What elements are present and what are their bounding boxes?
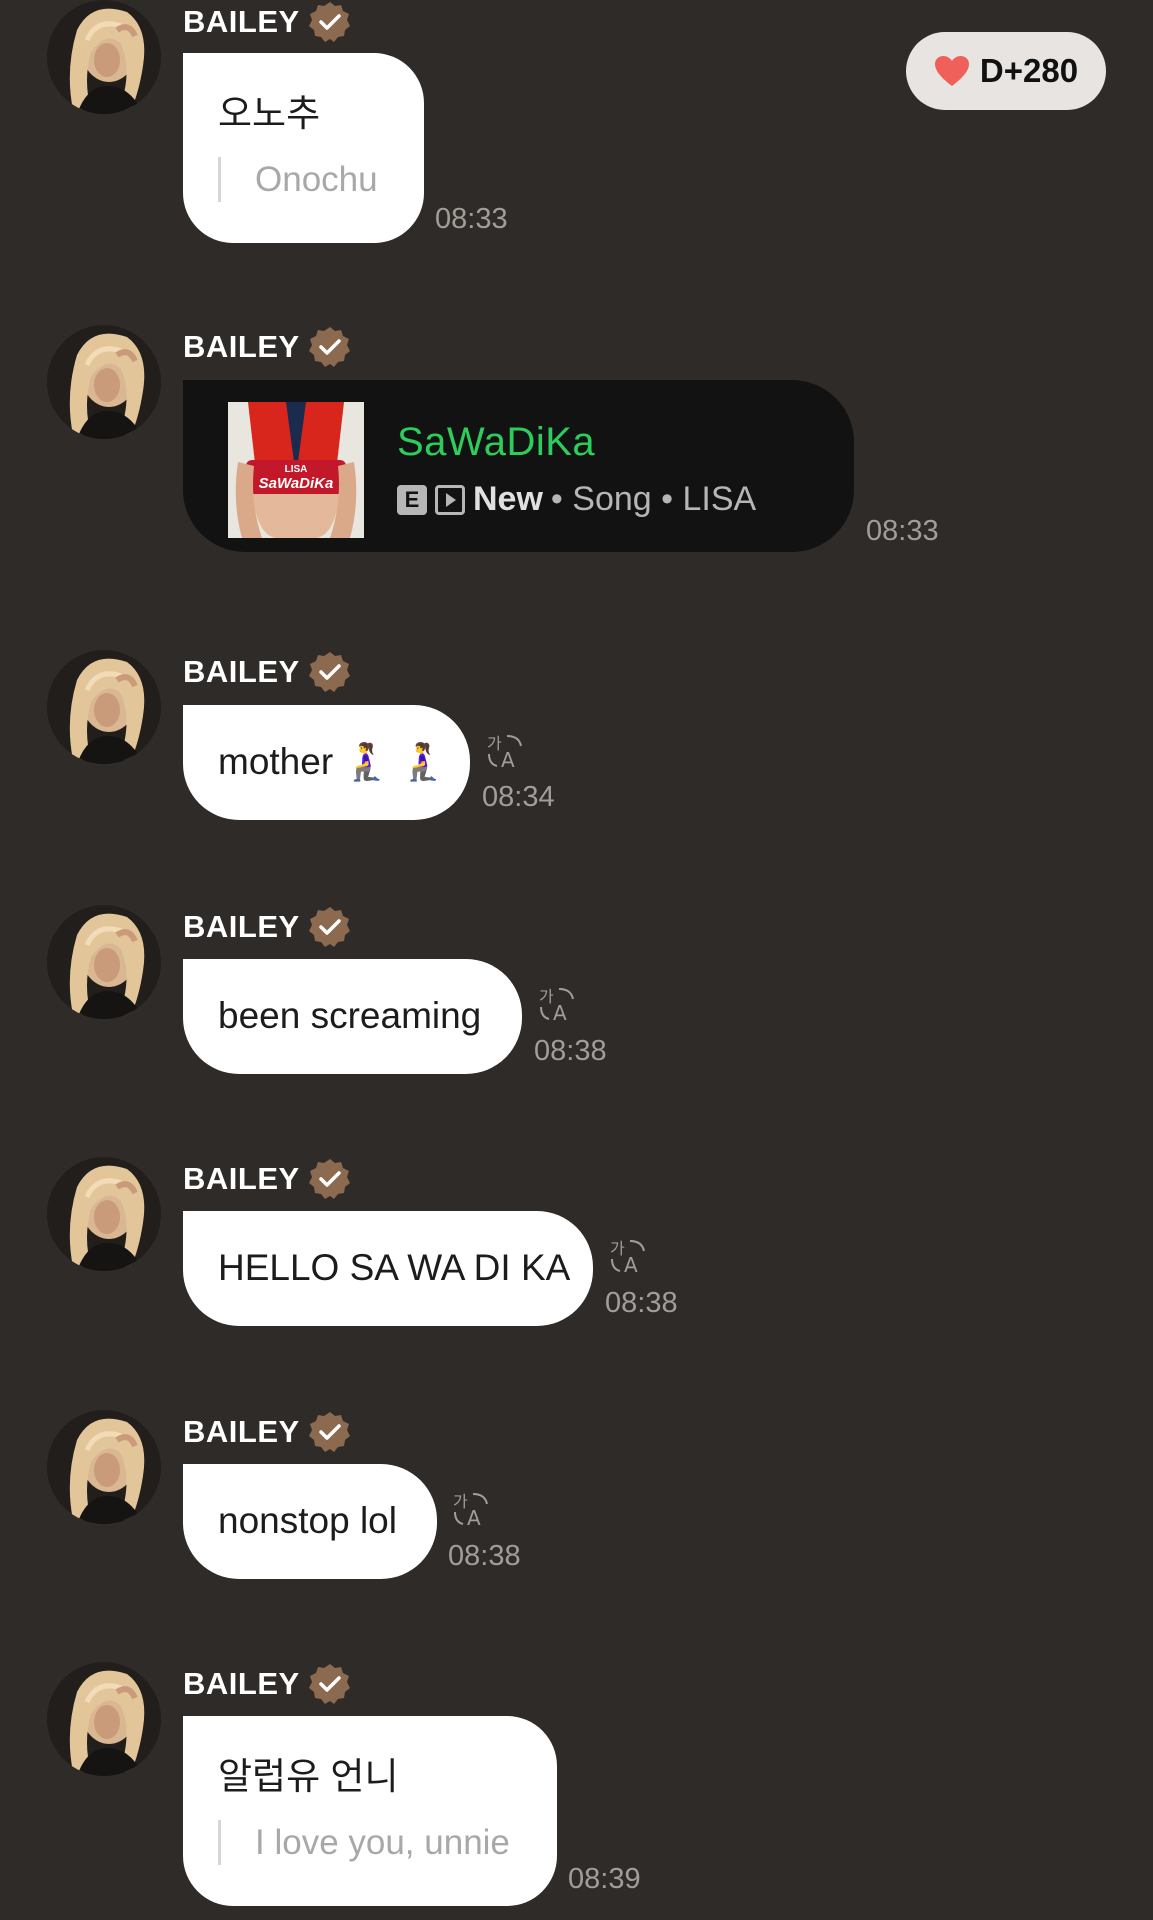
message-time: 08:38 (448, 1540, 521, 1572)
message-bubble[interactable]: mother 🧎‍♀️ 🧎‍♀️ (183, 705, 470, 820)
avatar[interactable] (47, 905, 161, 1019)
translation-text: Onochu (218, 156, 378, 203)
message-bubble[interactable]: been screaming (183, 959, 522, 1074)
sender-name: BAILEY (183, 1666, 300, 1701)
cover-title-text: SaWaDiKa (259, 475, 334, 492)
message-time: 08:33 (435, 203, 508, 235)
translate-icon[interactable] (608, 1237, 648, 1277)
message-bubble[interactable]: 오노추 Onochu (183, 53, 424, 243)
message-text: HELLO SA WA DI KA (218, 1247, 571, 1289)
avatar[interactable] (47, 0, 161, 114)
translation-text: I love you, unnie (218, 1819, 510, 1866)
avatar[interactable] (47, 1662, 161, 1776)
sender-row: BAILEY (183, 650, 352, 694)
verified-badge-icon (308, 905, 352, 949)
sender-row: BAILEY (183, 325, 352, 369)
message-text: mother 🧎‍♀️ 🧎‍♀️ (218, 741, 446, 783)
avatar[interactable] (47, 650, 161, 764)
song-meta-text: • Song • LISA (550, 480, 757, 518)
verified-badge-icon (308, 0, 352, 44)
translate-icon[interactable] (451, 1490, 491, 1530)
avatar[interactable] (47, 325, 161, 439)
message-text: been screaming (218, 995, 482, 1037)
sender-row: BAILEY (183, 1662, 352, 1706)
music-share-card[interactable]: LISA SaWaDiKa SaWaDiKa E New • Song • LI… (183, 380, 854, 552)
message-bubble[interactable]: 알럽유 언니 I love you, unnie (183, 1716, 557, 1906)
translate-icon[interactable] (485, 732, 525, 772)
play-icon (435, 484, 465, 515)
sender-name: BAILEY (183, 1414, 300, 1449)
sender-name: BAILEY (183, 1161, 300, 1196)
message-time: 08:39 (568, 1863, 641, 1895)
avatar[interactable] (47, 1157, 161, 1271)
sender-row: BAILEY (183, 1157, 352, 1201)
message-text: 오노추 (218, 92, 321, 134)
message-time: 08:33 (866, 515, 939, 547)
sender-name: BAILEY (183, 329, 300, 364)
verified-badge-icon (308, 325, 352, 369)
sender-name: BAILEY (183, 909, 300, 944)
message-text: 알럽유 언니 (218, 1755, 399, 1797)
message-bubble[interactable]: HELLO SA WA DI KA (183, 1211, 593, 1326)
translate-icon[interactable] (537, 985, 577, 1025)
avatar[interactable] (47, 1410, 161, 1524)
new-label: New (473, 480, 543, 518)
message-text: nonstop lol (218, 1500, 397, 1542)
heart-icon (934, 56, 969, 86)
message-bubble[interactable]: nonstop lol (183, 1464, 437, 1579)
sender-name: BAILEY (183, 654, 300, 689)
sender-row: BAILEY (183, 0, 352, 44)
song-meta: E New • Song • LISA (397, 480, 756, 519)
message-time: 08:34 (482, 781, 555, 813)
message-time: 08:38 (605, 1287, 678, 1319)
verified-badge-icon (308, 1662, 352, 1706)
sender-row: BAILEY (183, 905, 352, 949)
verified-badge-icon (308, 1157, 352, 1201)
day-counter: D+280 (979, 52, 1079, 89)
d-day-badge[interactable]: D+280 (906, 32, 1106, 110)
verified-badge-icon (308, 1410, 352, 1454)
explicit-icon: E (397, 484, 427, 515)
sender-name: BAILEY (183, 4, 300, 39)
sender-row: BAILEY (183, 1410, 352, 1454)
album-cover[interactable]: LISA SaWaDiKa (228, 402, 364, 538)
verified-badge-icon (308, 650, 352, 694)
message-time: 08:38 (534, 1035, 607, 1067)
song-title: SaWaDiKa (397, 420, 596, 464)
cover-artist-text: LISA (285, 464, 308, 475)
